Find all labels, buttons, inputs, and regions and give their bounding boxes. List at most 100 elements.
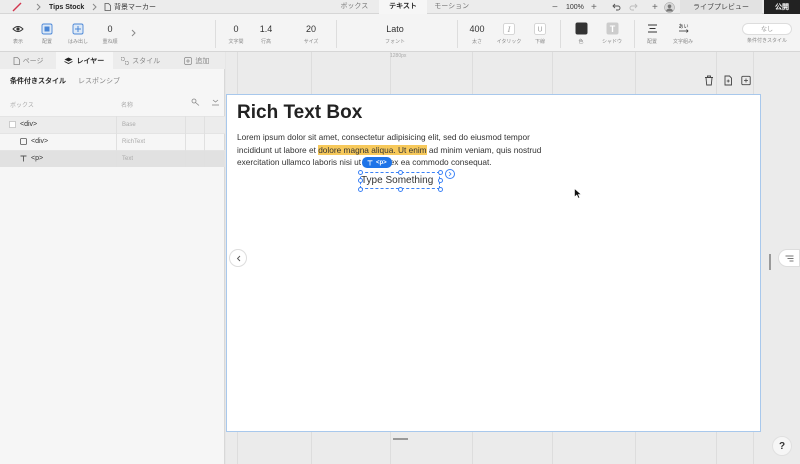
resize-handle[interactable]: [438, 170, 443, 175]
tab-pages[interactable]: ページ: [0, 52, 56, 69]
zoom-in-button[interactable]: +: [591, 0, 597, 14]
add-icon: [184, 56, 193, 65]
subtab-responsive[interactable]: レスポンシブ: [78, 76, 120, 86]
tab-styles[interactable]: スタイル: [113, 52, 169, 69]
menu-lines-icon: [785, 255, 793, 261]
column-divider: [185, 116, 186, 167]
breadcrumb-page[interactable]: 背景マーカー: [104, 0, 156, 14]
column-divider: [116, 116, 117, 167]
chevron-left-icon: [236, 255, 240, 261]
conditional-style-select[interactable]: なし: [742, 22, 792, 35]
layer-name: Base: [122, 122, 136, 128]
layer-tag: <p>: [31, 155, 44, 162]
publish-button[interactable]: 公開: [764, 0, 800, 14]
rich-text-paragraph[interactable]: Lorem ipsum dolor sit amet, consectetur …: [237, 131, 567, 169]
right-scrollbar[interactable]: [769, 254, 771, 270]
underline-icon: U: [533, 22, 547, 36]
breadcrumb-site[interactable]: Tips Stock: [49, 0, 84, 14]
place-control[interactable]: 配置: [38, 14, 56, 52]
add-box-icon[interactable]: [741, 75, 751, 86]
toolbar-divider: [336, 20, 337, 48]
top-bar: Tips Stock 背景マーカー ボックス テキスト モーション − 100%…: [0, 0, 800, 14]
duplicate-icon[interactable]: [723, 75, 733, 86]
tab-add[interactable]: 追加: [169, 52, 225, 69]
style-grid-icon: [121, 56, 129, 65]
writing-mode-control[interactable]: あい 文字組み: [671, 14, 695, 52]
filter-icon[interactable]: [191, 98, 200, 106]
text-icon: [20, 155, 27, 162]
layers-icon: [64, 57, 74, 64]
mode-switch: ボックス テキスト モーション: [330, 0, 476, 14]
resize-handle[interactable]: [438, 178, 443, 183]
bottom-scrollbar[interactable]: [393, 438, 408, 440]
panel-subtabs: 条件付きスタイル レスポンシブ: [10, 76, 120, 86]
color-swatch: [574, 22, 588, 36]
resize-handle[interactable]: [358, 187, 363, 192]
toolbar-expand-icon[interactable]: [128, 14, 138, 52]
svg-text:あい: あい: [678, 24, 688, 30]
color-control[interactable]: 色: [572, 14, 590, 52]
collapse-all-icon[interactable]: [211, 98, 220, 106]
show-control[interactable]: 表示: [9, 14, 27, 52]
mode-motion[interactable]: モーション: [427, 0, 476, 14]
trash-icon[interactable]: [704, 75, 714, 86]
toolbar-divider: [560, 20, 561, 48]
font-weight-control[interactable]: 400 太さ: [465, 14, 489, 52]
highlight-marker: dolore magna aliqua. Ut enim: [318, 144, 427, 155]
italic-icon: I: [502, 22, 516, 36]
property-toolbar: 表示 配置 はみ出し 0 重ね順 0 文字間 1.4 行高 20 サイズ Lat…: [0, 14, 800, 52]
layer-tag: <div>: [31, 138, 49, 145]
layer-row[interactable]: <div> RichText: [0, 133, 225, 150]
toolbar-divider: [634, 20, 635, 48]
mode-text[interactable]: テキスト: [378, 0, 428, 14]
resize-handle[interactable]: [398, 187, 403, 192]
font-size-control[interactable]: 20 サイズ: [299, 14, 323, 52]
help-button[interactable]: ?: [772, 436, 792, 456]
layers-header: ボックス 名称: [0, 97, 225, 111]
avatar[interactable]: [664, 0, 675, 14]
box-place-icon: [40, 22, 54, 36]
underline-control[interactable]: U 下線: [530, 14, 550, 52]
mouse-cursor-icon: [574, 188, 582, 199]
zoom-out-button[interactable]: −: [552, 0, 558, 14]
undo-icon[interactable]: [612, 0, 621, 14]
letter-spacing-control[interactable]: 0 文字間: [224, 14, 248, 52]
text-align-control[interactable]: 配置: [643, 14, 661, 52]
toolbar-divider: [457, 20, 458, 48]
italic-control[interactable]: I イタリック: [496, 14, 522, 52]
box-icon: [20, 138, 27, 145]
conditional-style-control[interactable]: なし 条件付きスタイル: [741, 14, 793, 52]
redo-icon[interactable]: [629, 0, 638, 14]
zindex-control[interactable]: 0 重ね順: [98, 14, 122, 52]
breadcrumb-chevron-icon: [92, 0, 98, 14]
shadow-icon: T: [605, 22, 619, 36]
layer-row[interactable]: <div> Base: [0, 116, 225, 133]
overflow-control[interactable]: はみ出し: [67, 14, 89, 52]
element-tag-badge[interactable]: <p>: [362, 157, 392, 168]
canvas-width-label: 1280px: [390, 53, 407, 59]
next-arrow-icon[interactable]: [445, 169, 455, 179]
right-panel-toggle[interactable]: [778, 249, 800, 267]
layer-checkbox[interactable]: [9, 121, 16, 128]
logo-icon[interactable]: [12, 0, 22, 14]
writing-mode-icon: あい: [676, 22, 690, 36]
col-box: ボックス: [10, 103, 34, 109]
zoom-level[interactable]: 100%: [566, 0, 584, 14]
line-height-control[interactable]: 1.4 行高: [254, 14, 278, 52]
column-divider: [204, 116, 205, 167]
live-preview-button[interactable]: ライブプレビュー: [680, 0, 762, 14]
subtab-conditional[interactable]: 条件付きスタイル: [10, 76, 66, 86]
svg-text:T: T: [609, 24, 615, 34]
mode-box[interactable]: ボックス: [330, 0, 379, 14]
layer-row[interactable]: <p> Text: [0, 150, 225, 167]
rich-text-title[interactable]: Rich Text Box: [237, 102, 362, 124]
shadow-control[interactable]: T シャドウ: [601, 14, 623, 52]
text-icon: [367, 159, 373, 165]
layer-tag: <div>: [20, 121, 38, 128]
resize-handle[interactable]: [438, 187, 443, 192]
new-text-element[interactable]: Type Something: [361, 175, 433, 186]
tab-layers[interactable]: レイヤー: [56, 52, 113, 69]
font-family-control[interactable]: Lato フォント: [372, 14, 418, 52]
add-member-button[interactable]: +: [652, 0, 658, 14]
panel-collapse-button[interactable]: [229, 249, 247, 267]
